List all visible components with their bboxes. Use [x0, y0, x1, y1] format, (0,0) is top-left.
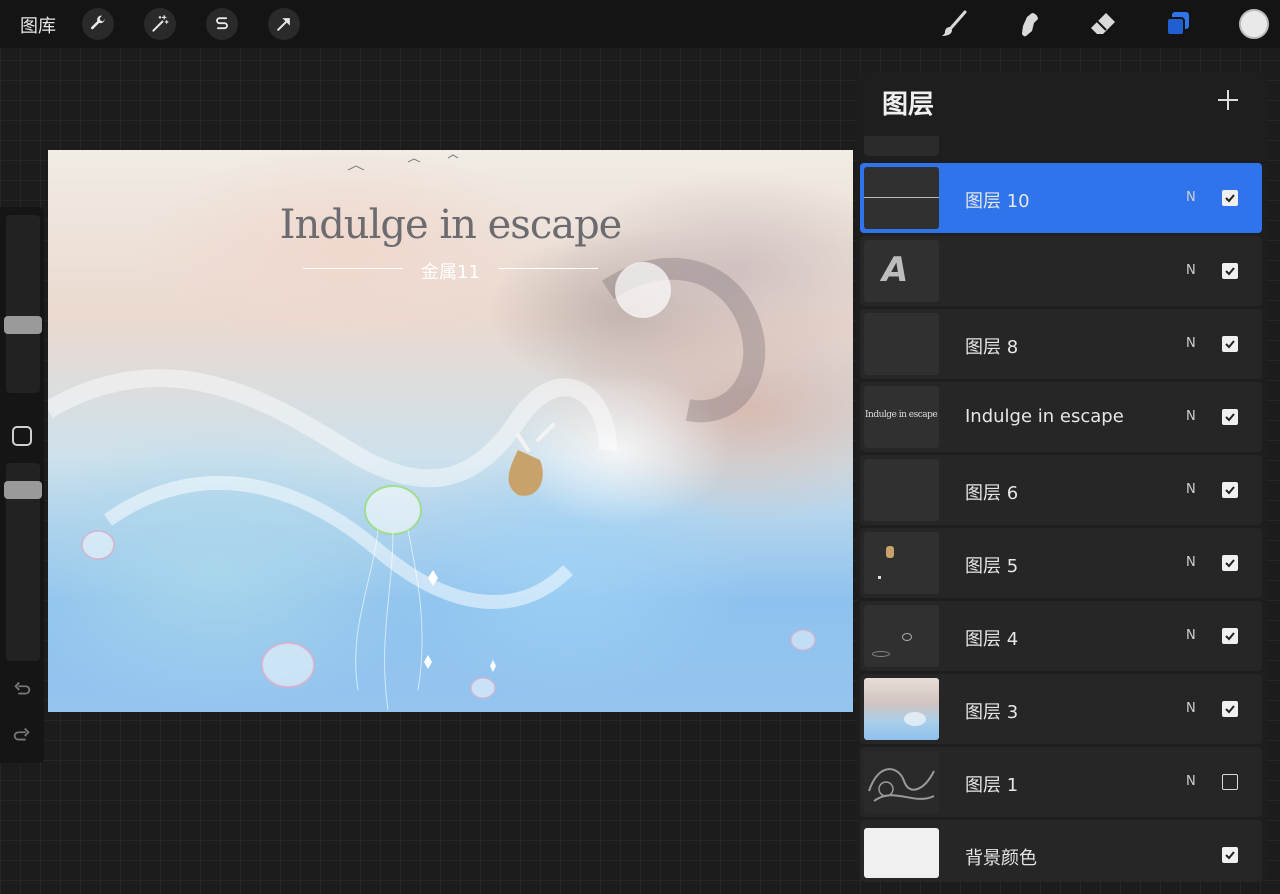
layer-blend-mode[interactable]: N: [1186, 555, 1196, 570]
selection-button[interactable]: [206, 8, 238, 40]
brush-size-slider[interactable]: [6, 215, 40, 393]
layer-thumbnail[interactable]: [864, 313, 939, 375]
undo-button[interactable]: [10, 677, 34, 701]
layer-thumbnail[interactable]: [864, 828, 939, 878]
color-picker-button[interactable]: [1239, 9, 1269, 39]
layer-row[interactable]: Indulge in escape Indulge in escape N: [860, 382, 1262, 452]
layer-visibility-checkbox[interactable]: [1222, 701, 1238, 717]
layer-name: 图层 3: [965, 702, 1019, 723]
layer-thumbnail[interactable]: [864, 678, 939, 740]
layers-icon: [1166, 12, 1189, 36]
layer-thumb-letter: A: [882, 250, 909, 290]
smudge-tool-button[interactable]: [1011, 6, 1047, 42]
brush-icon: [942, 10, 967, 36]
checkmark-icon: [1225, 194, 1235, 203]
opacity-thumb[interactable]: [4, 481, 42, 499]
redo-button[interactable]: [10, 723, 34, 747]
layer-visibility-checkbox[interactable]: [1222, 190, 1238, 206]
checkmark-icon: [1225, 340, 1235, 349]
layer-visibility-checkbox[interactable]: [1222, 482, 1238, 498]
layer-blend-mode[interactable]: N: [1186, 190, 1196, 205]
checkmark-icon: [1225, 559, 1235, 568]
layer-blend-mode[interactable]: N: [1186, 482, 1196, 497]
checkmark-icon: [1225, 413, 1235, 422]
layer-thumbnail[interactable]: [864, 167, 939, 229]
layer-name: 图层 8: [965, 337, 1019, 358]
layer-visibility-checkbox[interactable]: [1222, 555, 1238, 571]
plus-icon: [1218, 90, 1238, 110]
transform-arrow-icon: [277, 18, 290, 31]
adjustments-button[interactable]: [144, 8, 176, 40]
layer-row[interactable]: 图层 4 N: [860, 601, 1262, 671]
layer-name: 图层 1: [965, 775, 1019, 796]
add-layer-button[interactable]: [1214, 86, 1242, 114]
selection-s-icon: [216, 17, 228, 30]
brush-tool-button[interactable]: [936, 6, 972, 42]
checkmark-icon: [1225, 851, 1235, 860]
layer-visibility-checkbox[interactable]: [1222, 774, 1238, 790]
gallery-button[interactable]: 图库: [20, 12, 56, 38]
layer-row[interactable]: 图层 8 N: [860, 309, 1262, 379]
layer-blend-mode[interactable]: N: [1186, 336, 1196, 351]
layer-name: 图层 6: [965, 483, 1019, 504]
layer-visibility-checkbox[interactable]: [1222, 409, 1238, 425]
layer-thumb-title-text: Indulge in escape: [865, 410, 938, 420]
layer-row[interactable]: 图层 10 N: [860, 163, 1262, 233]
layer-visibility-checkbox[interactable]: [1222, 263, 1238, 279]
layer-name: 图层 10: [965, 191, 1030, 212]
redo-icon: [13, 727, 30, 741]
checkmark-icon: [1225, 705, 1235, 714]
checkmark-icon: [1225, 267, 1235, 276]
layer-visibility-checkbox[interactable]: [1222, 336, 1238, 352]
checkmark-icon: [1225, 486, 1235, 495]
modify-button[interactable]: [12, 426, 32, 446]
layer-row[interactable]: AN: [860, 236, 1262, 306]
layer-visibility-checkbox[interactable]: [1222, 847, 1238, 863]
left-sidebar: [0, 207, 44, 763]
layer-thumbnail[interactable]: [864, 532, 939, 594]
layer-thumbnail[interactable]: [864, 605, 939, 667]
layer-row[interactable]: 图层 1 N: [860, 747, 1262, 817]
magic-wand-icon: [152, 15, 169, 32]
undo-icon: [14, 681, 31, 695]
layer-blend-mode[interactable]: N: [1186, 774, 1196, 789]
layers-panel-title: 图层: [882, 90, 935, 120]
layer-row[interactable]: 图层 3 N: [860, 674, 1262, 744]
layer-blend-mode[interactable]: N: [1186, 263, 1196, 278]
layer-thumbnail[interactable]: [864, 459, 939, 521]
layer-visibility-checkbox[interactable]: [1222, 628, 1238, 644]
layer-thumbnail[interactable]: A: [864, 240, 939, 302]
eraser-tool-button[interactable]: [1085, 6, 1121, 42]
transform-button[interactable]: [268, 8, 300, 40]
eraser-icon: [1091, 13, 1115, 34]
canvas-title-text: Indulge in escape: [279, 202, 623, 248]
subtitle-divider-right: [498, 268, 598, 269]
wrench-icon: [90, 15, 105, 30]
artwork-canvas[interactable]: Indulge in escape 金属11: [48, 150, 853, 712]
layer-thumbnail[interactable]: [864, 751, 939, 813]
layer-name: 图层 5: [965, 556, 1019, 577]
layer-row[interactable]: 背景颜色: [860, 820, 1262, 882]
canvas-subtitle-text: 金属11: [421, 262, 480, 283]
smudge-icon: [1022, 13, 1038, 37]
layer-row[interactable]: 图层 6 N: [860, 455, 1262, 525]
checkmark-icon: [1225, 632, 1235, 641]
layers-tool-button[interactable]: [1160, 6, 1196, 42]
top-toolbar: 图库: [0, 0, 1280, 48]
layer-blend-mode[interactable]: N: [1186, 409, 1196, 424]
layer-name: Indulge in escape: [965, 406, 1124, 427]
layers-panel: 图层 图层 10 N A N 图层 8 N Indulge in escape Indulge…: [857, 72, 1267, 882]
layer-name: 图层 4: [965, 629, 1019, 650]
layer-thumbnail[interactable]: Indulge in escape: [864, 386, 939, 448]
layer-thumbnail-partial: [864, 136, 939, 156]
layer-blend-mode[interactable]: N: [1186, 701, 1196, 716]
brush-size-thumb[interactable]: [4, 316, 42, 334]
layer-blend-mode[interactable]: N: [1186, 628, 1196, 643]
layer-name: 背景颜色: [965, 848, 1037, 869]
layer-row[interactable]: 图层 5 N: [860, 528, 1262, 598]
actions-wrench-button[interactable]: [82, 8, 114, 40]
